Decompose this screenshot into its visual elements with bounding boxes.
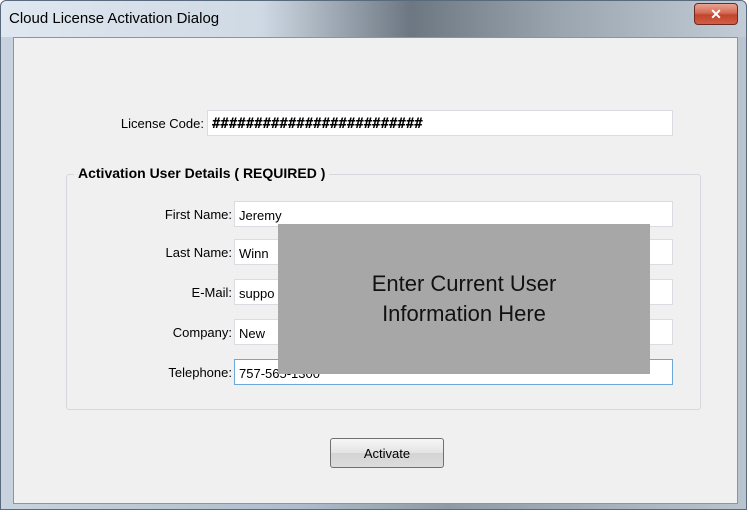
overlay-line-1: Enter Current User — [371, 271, 557, 296]
close-button[interactable]: ✕ — [694, 3, 738, 25]
instruction-overlay: Enter Current User Information Here — [278, 224, 650, 374]
company-label: Company: — [172, 325, 232, 340]
window-title: Cloud License Activation Dialog — [9, 10, 220, 27]
email-label: E-Mail: — [191, 285, 232, 300]
activate-button[interactable]: Activate — [330, 438, 444, 468]
license-code-input[interactable]: ######################### — [207, 110, 673, 136]
dialog-client-area: License Code: ######################### … — [13, 37, 738, 504]
last-name-label: Last Name: — [165, 245, 232, 260]
overlay-line-2: Information Here — [382, 301, 546, 326]
title-bar[interactable]: Cloud License Activation Dialog ✕ — [1, 1, 746, 37]
first-name-label: First Name: — [164, 207, 232, 222]
license-code-label: License Code: — [120, 116, 204, 131]
group-title: Activation User Details ( REQUIRED ) — [74, 165, 330, 181]
dialog-window: Cloud License Activation Dialog ✕ Licens… — [0, 0, 747, 510]
close-icon: ✕ — [710, 5, 722, 22]
telephone-label: Telephone: — [168, 365, 232, 380]
